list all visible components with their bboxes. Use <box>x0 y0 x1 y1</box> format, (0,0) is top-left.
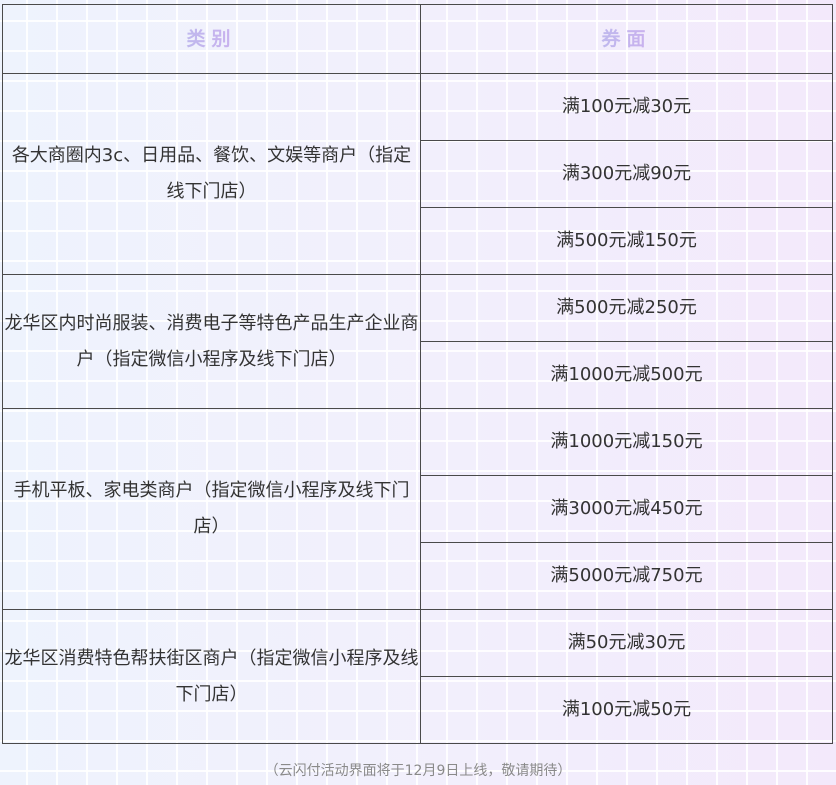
column-header-coupon: 券面 <box>420 4 833 74</box>
table-row: 手机平板、家电类商户（指定微信小程序及线下门店） 满1000元减150元 <box>2 408 833 610</box>
coupon-cell: 满1000元减500元 <box>420 341 833 409</box>
coupon-cell: 满500元减150元 <box>420 207 833 275</box>
table-header-row: 类别 券面 <box>2 4 833 74</box>
coupon-cell: 满100元减50元 <box>420 676 833 744</box>
category-cell: 手机平板、家电类商户（指定微信小程序及线下门店） <box>2 408 421 610</box>
category-cell: 龙华区内时尚服装、消费电子等特色产品生产企业商户（指定微信小程序及线下门店） <box>2 274 421 409</box>
coupon-table: 类别 券面 各大商圈内3c、日用品、餐饮、文娱等商户（指定线下门店） 满100元… <box>2 4 833 744</box>
coupon-cell: 满3000元减450元 <box>420 475 833 543</box>
category-cell: 龙华区消费特色帮扶街区商户（指定微信小程序及线下门店） <box>2 609 421 744</box>
coupon-cell: 满50元减30元 <box>420 609 833 677</box>
coupon-cell: 满500元减250元 <box>420 274 833 342</box>
table-row: 龙华区消费特色帮扶街区商户（指定微信小程序及线下门店） 满50元减30元 <box>2 609 833 744</box>
coupon-cell: 满5000元减750元 <box>420 542 833 610</box>
footer-note: （云闪付活动界面将于12月9日上线，敬请期待） <box>264 763 572 779</box>
coupon-cell: 满300元减90元 <box>420 140 833 208</box>
table-row: 各大商圈内3c、日用品、餐饮、文娱等商户（指定线下门店） 满100元减30元 <box>2 73 833 275</box>
category-cell: 各大商圈内3c、日用品、餐饮、文娱等商户（指定线下门店） <box>2 73 421 275</box>
coupon-cell: 满100元减30元 <box>420 73 833 141</box>
table-row: 龙华区内时尚服装、消费电子等特色产品生产企业商户（指定微信小程序及线下门店） 满… <box>2 274 833 409</box>
coupon-cell: 满1000元减150元 <box>420 408 833 476</box>
column-header-category: 类别 <box>2 4 421 74</box>
